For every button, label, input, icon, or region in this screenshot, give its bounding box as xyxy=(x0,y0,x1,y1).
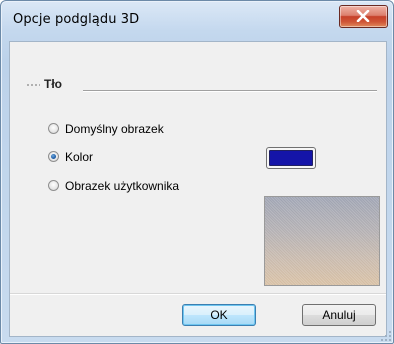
footer-separator xyxy=(10,293,386,295)
radio-label[interactable]: Domyślny obrazek xyxy=(65,122,164,136)
radio-button[interactable] xyxy=(48,151,59,162)
dialog-window: Opcje podglądu 3D Tło Domyślny obrazek K… xyxy=(0,0,394,344)
color-swatch-fill xyxy=(269,150,313,166)
window-title: Opcje podglądu 3D xyxy=(13,12,140,27)
color-picker-button[interactable] xyxy=(266,147,316,169)
radio-button[interactable] xyxy=(48,180,59,191)
dialog-content: Tło Domyślny obrazek Kolor Obrazek użytk… xyxy=(9,41,387,337)
radio-button[interactable] xyxy=(48,123,59,134)
radio-label[interactable]: Kolor xyxy=(65,150,93,164)
radio-selected-dot xyxy=(51,154,56,159)
radio-label[interactable]: Obrazek użytkownika xyxy=(65,179,179,193)
ok-button[interactable]: OK xyxy=(182,304,256,326)
image-preview xyxy=(264,196,380,286)
close-button[interactable] xyxy=(339,5,388,28)
resize-grip-icon[interactable] xyxy=(381,331,391,341)
group-title: Tło xyxy=(44,77,62,91)
group-dots xyxy=(26,84,40,86)
group-separator xyxy=(83,90,377,92)
cancel-button[interactable]: Anuluj xyxy=(302,304,376,326)
close-icon xyxy=(356,10,370,22)
